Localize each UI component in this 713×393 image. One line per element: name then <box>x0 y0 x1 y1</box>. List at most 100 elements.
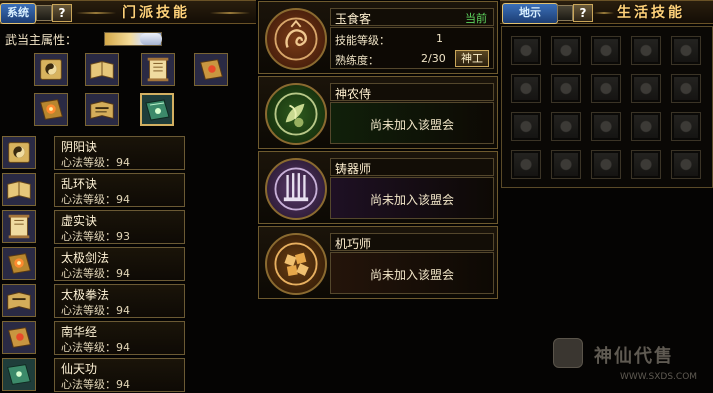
skill-entry[interactable]: 太极剑法 心法等级：94 <box>54 247 185 281</box>
skill-level-label: 技能等级： <box>335 34 390 47</box>
life-skill-slot[interactable] <box>671 36 701 65</box>
life-skill-slot[interactable] <box>551 36 581 65</box>
profession-panel-shennongshi[interactable]: 神农侍 尚未加入该盟会 <box>258 76 498 149</box>
help-button[interactable]: ? <box>573 4 593 22</box>
skill-name: 仙天功 <box>61 362 98 376</box>
profession-name-bar: 铸器师 <box>330 158 494 176</box>
profession-name-bar: 玉食客 当前 <box>330 8 494 26</box>
skill-icon-green-book[interactable] <box>2 358 36 391</box>
sword-book-icon[interactable] <box>34 93 68 126</box>
herb-emblem-icon <box>265 83 327 145</box>
left-tab-fragment[interactable]: 系统 <box>0 3 36 24</box>
skill-icon-book[interactable] <box>2 321 36 354</box>
skill-entry[interactable]: 仙天功 心法等级：94 <box>54 358 185 392</box>
green-book-icon[interactable] <box>140 93 174 126</box>
watermark-logo-icon <box>553 338 583 368</box>
skill-icon-sword-book[interactable] <box>2 247 36 280</box>
life-skill-slot[interactable] <box>511 36 541 65</box>
weapon-rack-emblem-icon <box>265 158 327 220</box>
gear-emblem-icon <box>265 233 327 295</box>
life-skill-slot[interactable] <box>631 150 661 179</box>
life-skill-slot[interactable] <box>591 74 621 103</box>
profession-name: 神农侍 <box>335 87 372 101</box>
skill-level: 心法等级：94 <box>61 378 130 391</box>
profession-name: 铸器师 <box>335 162 372 176</box>
skill-level: 心法等级：94 <box>61 304 130 317</box>
skill-name: 乱环诀 <box>61 177 98 191</box>
not-joined-message: 尚未加入该盟会 <box>369 118 454 132</box>
life-skill-slot[interactable] <box>511 150 541 179</box>
right-close-button[interactable] <box>557 5 573 21</box>
life-skill-slot[interactable] <box>631 74 661 103</box>
skill-name: 虚实诀 <box>61 214 98 228</box>
life-skill-slot[interactable] <box>551 150 581 179</box>
skill-level: 心法等级：93 <box>61 230 130 243</box>
title-ornament-left <box>76 12 116 14</box>
skill-entry[interactable]: 太极拳法 心法等级：94 <box>54 284 185 318</box>
life-skill-slot[interactable] <box>631 112 661 141</box>
life-skill-slot[interactable] <box>671 74 701 103</box>
life-skill-slot[interactable] <box>551 74 581 103</box>
life-skill-slot[interactable] <box>631 36 661 65</box>
life-skill-slot[interactable] <box>511 74 541 103</box>
skill-entry[interactable]: 南华经 心法等级：94 <box>54 321 185 355</box>
skill-icon-fist-book[interactable] <box>2 284 36 317</box>
skill-icon-scroll[interactable] <box>2 210 36 243</box>
skill-level: 心法等级：94 <box>61 193 130 206</box>
life-skills-titlebar: 地示 ? 生活技能 <box>500 0 713 24</box>
help-button[interactable]: ? <box>52 4 72 22</box>
school-skills-titlebar: 系统 ? 门派技能 <box>0 0 256 24</box>
left-close-button[interactable] <box>36 5 52 21</box>
skill-icon-yinyang[interactable] <box>2 136 36 169</box>
life-skill-slot[interactable] <box>591 150 621 179</box>
dragon-emblem-icon <box>265 8 327 70</box>
skill-entry[interactable]: 阴阳诀 心法等级：94 <box>54 136 185 170</box>
skill-name: 阴阳诀 <box>61 140 98 154</box>
life-skill-slot[interactable] <box>511 112 541 141</box>
profession-name: 玉食客 <box>335 12 372 26</box>
profession-status: 尚未加入该盟会 <box>330 252 494 294</box>
yinyang-scroll-icon[interactable] <box>34 53 68 86</box>
right-tab-fragment[interactable]: 地示 <box>502 3 558 24</box>
skill-entry[interactable]: 虚实诀 心法等级：93 <box>54 210 185 244</box>
title-ornament-right <box>210 12 250 14</box>
skill-entry[interactable]: 乱环诀 心法等级：94 <box>54 173 185 207</box>
profession-panel-jiqiaoshi[interactable]: 机巧师 尚未加入该盟会 <box>258 226 498 299</box>
open-book-icon[interactable] <box>85 53 119 86</box>
skill-name: 太极拳法 <box>61 288 110 302</box>
watermark-url: WWW.SXDS.COM <box>620 372 698 382</box>
current-badge: 当前 <box>465 12 487 25</box>
skill-level: 心法等级：94 <box>61 156 130 169</box>
skill-name: 太极剑法 <box>61 251 110 265</box>
life-skill-slot[interactable] <box>671 150 701 179</box>
skill-level-value: 1 <box>436 32 443 45</box>
profession-status: 尚未加入该盟会 <box>330 102 494 144</box>
profession-details: 技能等级： 1 熟练度： 2/30 神工 <box>330 27 494 69</box>
skill-level: 心法等级：94 <box>61 341 130 354</box>
profession-name-bar: 机巧师 <box>330 233 494 251</box>
scroll-icon[interactable] <box>141 53 175 86</box>
profession-name-bar: 神农侍 <box>330 83 494 101</box>
proficiency-value: 2/30 <box>421 52 446 65</box>
profession-name: 机巧师 <box>335 237 372 251</box>
book-icon[interactable] <box>194 53 228 86</box>
life-skill-grid <box>501 26 713 188</box>
not-joined-message: 尚未加入该盟会 <box>369 193 454 207</box>
profession-panel-zhuqishi[interactable]: 铸器师 尚未加入该盟会 <box>258 151 498 224</box>
watermark-text: 神仙代售 <box>594 346 674 367</box>
skill-name: 南华经 <box>61 325 98 339</box>
skill-icon-open-book[interactable] <box>2 173 36 206</box>
profession-panel-yushike[interactable]: 玉食客 当前 技能等级： 1 熟练度： 2/30 神工 <box>258 1 498 74</box>
life-skill-slot[interactable] <box>671 112 701 141</box>
fist-book-icon[interactable] <box>85 93 119 126</box>
attribute-cloud-icon <box>140 33 162 45</box>
school-skills-title: 门派技能 <box>122 5 190 21</box>
shengong-button[interactable]: 神工 <box>455 50 489 67</box>
life-skill-slot[interactable] <box>551 112 581 141</box>
title-ornament-left <box>594 12 614 14</box>
profession-status: 尚未加入该盟会 <box>330 177 494 219</box>
life-skills-title: 生活技能 <box>617 5 685 21</box>
life-skill-slot[interactable] <box>591 36 621 65</box>
life-skill-slot[interactable] <box>591 112 621 141</box>
not-joined-message: 尚未加入该盟会 <box>369 268 454 282</box>
